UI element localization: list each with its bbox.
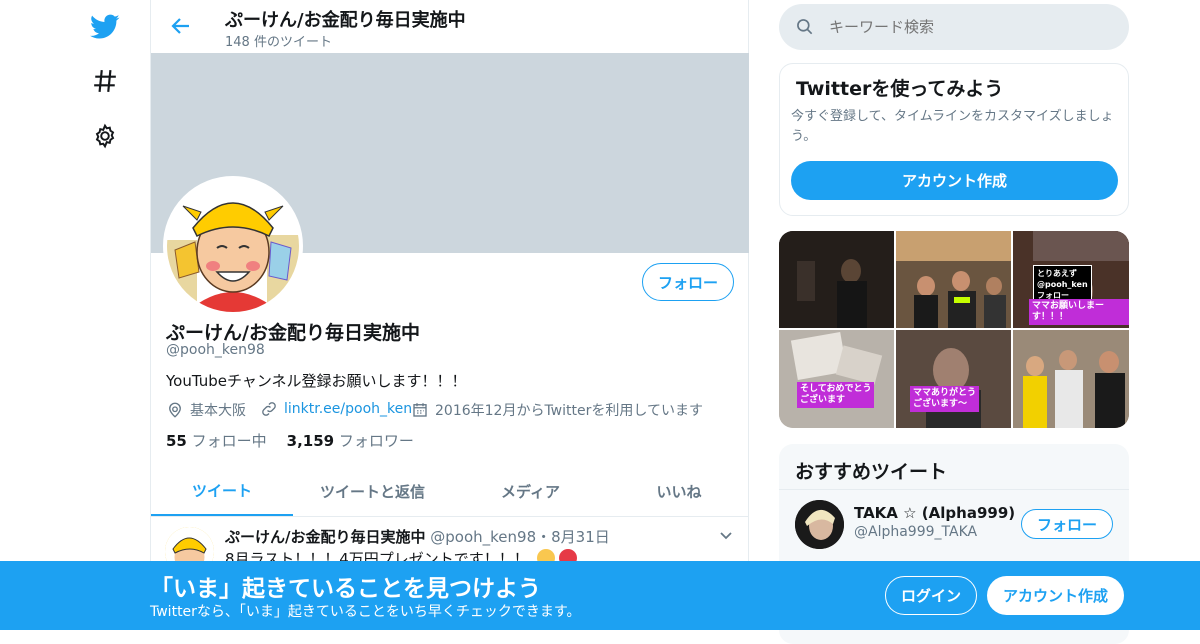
tweet-header: ぷーけん/お金配り毎日実施中 @pooh_ken98・8月31日 [225, 526, 610, 547]
media-thumbnail[interactable]: とりあえず @pooh_ken フォロー ママお願いしまーす！！！ [1013, 231, 1129, 328]
search-bar[interactable] [779, 4, 1129, 50]
twitter-logo-icon[interactable] [88, 10, 122, 44]
tab-likes[interactable]: いいね [609, 466, 749, 516]
recommended-name[interactable]: TAKA ☆ (Alpha999) [854, 504, 1015, 522]
followers-stat[interactable]: 3,159 フォロワー [287, 430, 414, 451]
create-account-button[interactable]: アカウント作成 [791, 161, 1118, 200]
follow-button[interactable]: フォロー [642, 263, 734, 301]
bottom-bar-title: 「いま」起きていることを見つけよう [150, 576, 541, 602]
recommended-follow-button[interactable]: フォロー [1021, 509, 1113, 539]
tweet-author-name[interactable]: ぷーけん/お金配り毎日実施中 [225, 528, 425, 546]
profile-stats: 55 フォロー中 3,159 フォロワー [166, 430, 414, 451]
tweet-author-handle[interactable]: @pooh_ken98 [430, 528, 536, 546]
location-pin-icon [169, 402, 181, 418]
media-thumbnail[interactable]: そしておめでとう ございます [779, 330, 894, 428]
media-sticker-text: そしておめでとう ございます [797, 382, 875, 408]
recommended-title: おすすめツイート [795, 461, 948, 483]
calendar-icon [413, 403, 427, 417]
media-thumbnail[interactable] [1013, 330, 1129, 428]
profile-name: ぷーけん/お金配り毎日実施中 [166, 322, 420, 344]
following-count: 55 [166, 432, 187, 450]
tab-media[interactable]: メディア [452, 466, 609, 516]
profile-avatar[interactable] [163, 176, 303, 316]
followers-count: 3,159 [286, 432, 335, 450]
media-thumbnail[interactable]: ママありがとう ございます～ [896, 330, 1011, 428]
header-title: ぷーけん/お金配り毎日実施中 [225, 10, 466, 31]
media-thumbnail[interactable] [896, 231, 1011, 328]
media-sticker-text: ママありがとう ございます～ [910, 386, 980, 412]
following-stat[interactable]: 55 フォロー中 [166, 430, 267, 451]
gear-icon[interactable] [88, 119, 122, 153]
tweet-count: 148 件のツイート [225, 35, 332, 50]
back-arrow-icon[interactable] [169, 14, 193, 38]
profile-header: ぷーけん/お金配り毎日実施中 148 件のツイート [151, 0, 749, 53]
hashtag-icon[interactable] [88, 64, 122, 98]
profile-link-text[interactable]: linktr.ee/pooh_ken [284, 401, 412, 417]
profile-bio: YouTubeチャンネル登録お願いします！！！ [166, 372, 467, 390]
profile-joined: 2016年12月からTwitterを利用しています [411, 400, 703, 420]
tab-tweets-replies[interactable]: ツイートと返信 [293, 466, 452, 516]
tab-tweets[interactable]: ツイート [151, 466, 293, 516]
link-icon [262, 402, 276, 416]
tweet-separator: ・ [536, 528, 552, 546]
signup-title: Twitterを使ってみよう [796, 78, 1004, 100]
joined-text: 2016年12月からTwitterを利用しています [435, 403, 703, 419]
bottom-create-account-button[interactable]: アカウント作成 [987, 576, 1124, 615]
profile-handle: @pooh_ken98 [166, 342, 265, 358]
tweet-date[interactable]: 8月31日 [551, 528, 610, 546]
divider [779, 489, 1129, 490]
search-icon [797, 19, 813, 35]
login-button[interactable]: ログイン [885, 576, 977, 615]
signup-card: Twitterを使ってみよう 今すぐ登録して、タイムラインをカスタマイズしましょ… [779, 63, 1129, 216]
profile-column: ぷーけん/お金配り毎日実施中 148 件のツイート フォロー ぷーけん/お金配り… [150, 0, 749, 630]
recommended-handle[interactable]: @Alpha999_TAKA [854, 524, 977, 540]
bottom-signup-bar: 「いま」起きていることを見つけよう Twitterなら、「いま」起きていることを… [0, 561, 1200, 630]
signup-description: 今すぐ登録して、タイムラインをカスタマイズしましょう。 [791, 109, 1114, 144]
following-label: フォロー中 [191, 432, 267, 450]
profile-link[interactable]: linktr.ee/pooh_ken [260, 400, 412, 418]
profile-tabs: ツイート ツイートと返信 メディア いいね [151, 466, 749, 517]
chevron-down-icon[interactable] [718, 527, 734, 543]
search-input[interactable] [829, 18, 1109, 36]
bottom-bar-subtitle: Twitterなら、「いま」起きていることをいち早くチェックできます。 [150, 604, 581, 620]
location-text: 基本大阪 [190, 403, 246, 419]
profile-location: 基本大阪 [166, 400, 246, 420]
followers-label: フォロワー [338, 432, 414, 450]
media-grid: とりあえず @pooh_ken フォロー ママお願いしまーす！！！ そしておめでとう… [779, 231, 1129, 428]
media-thumbnail[interactable] [779, 231, 894, 328]
media-sticker-text: ママお願いしまーす！！！ [1029, 299, 1129, 325]
recommended-avatar[interactable] [795, 500, 844, 549]
